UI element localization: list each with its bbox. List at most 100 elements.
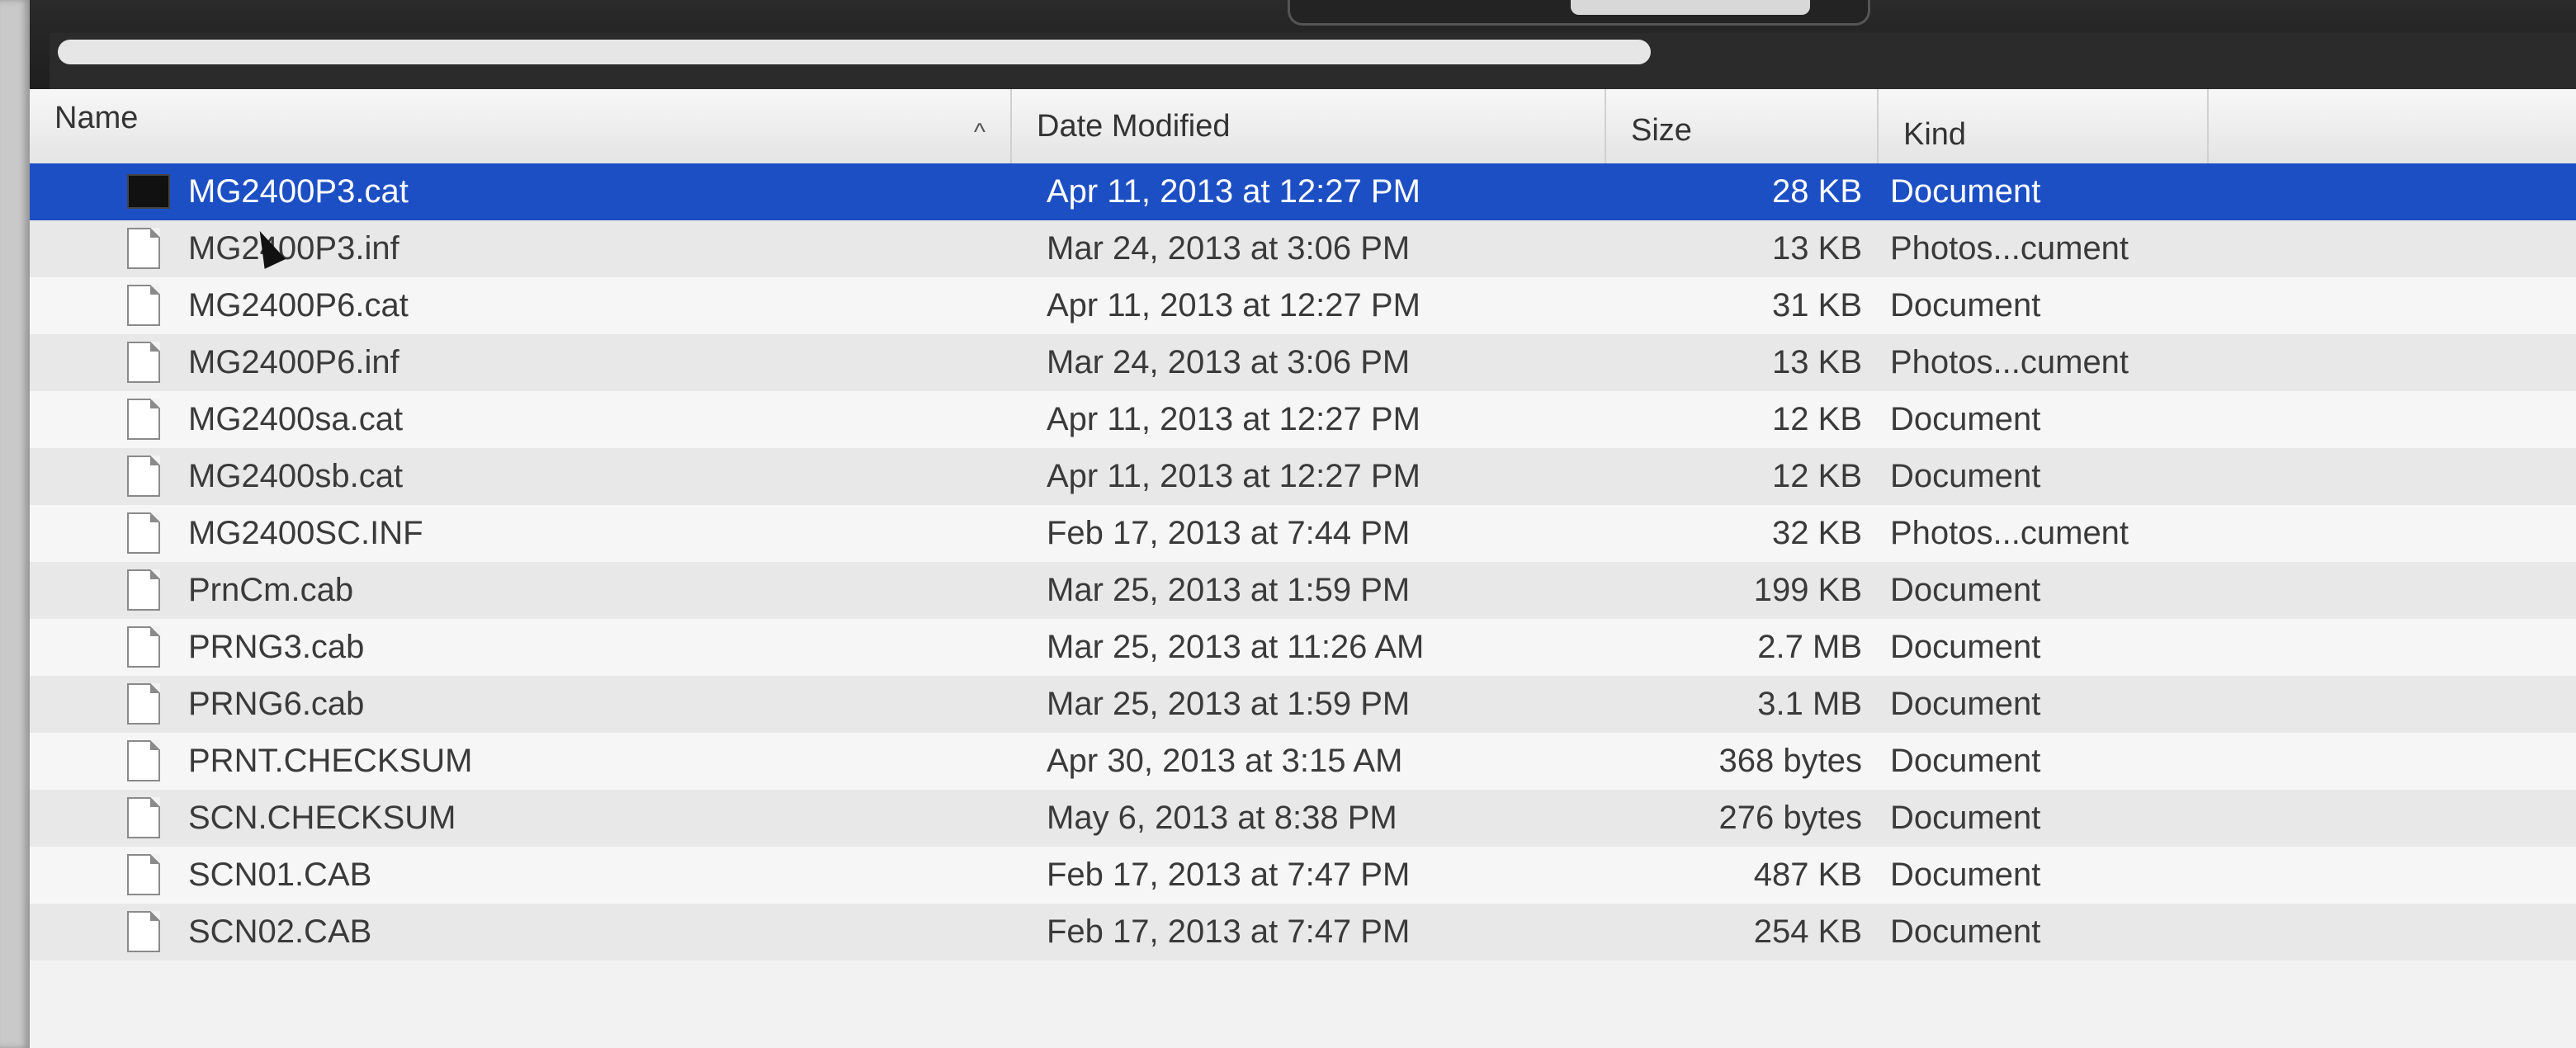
column-header-kind[interactable]: Kind xyxy=(1879,89,2209,163)
document-icon xyxy=(127,683,160,725)
file-name: MG2400P6.inf xyxy=(188,344,399,380)
file-row[interactable]: PrnCm.cab Mar 25, 2013 at 1:59 PM 199 KB Do… xyxy=(30,562,2576,619)
file-kind: Document xyxy=(1890,913,2041,950)
file-kind: Photos...cument xyxy=(1890,515,2129,551)
file-date-modified: Mar 24, 2013 at 3:06 PM xyxy=(1047,344,1411,380)
file-size: 13 KB xyxy=(1772,230,1862,267)
column-header-name-label: Name xyxy=(54,101,139,135)
file-size: 31 KB xyxy=(1772,287,1862,323)
file-size: 3.1 MB xyxy=(1757,686,1862,722)
column-header-size-label: Size xyxy=(1631,113,1692,148)
column-header-date[interactable]: Date Modified xyxy=(1012,89,1606,163)
file-name: MG2400P3.cat xyxy=(188,173,409,210)
document-icon xyxy=(127,740,160,781)
column-header-size[interactable]: Size xyxy=(1606,89,1879,163)
file-name: SCN.CHECKSUM xyxy=(188,800,456,836)
file-row[interactable]: MG2400P3.cat Apr 11, 2013 at 12:27 PM 28 K… xyxy=(30,163,2576,220)
column-header-kind-label: Kind xyxy=(1903,117,1967,152)
document-icon xyxy=(127,456,160,497)
file-kind: Document xyxy=(1890,173,2041,210)
file-date-modified: Mar 25, 2013 at 1:59 PM xyxy=(1047,572,1411,608)
file-kind: Photos...cument xyxy=(1890,344,2129,380)
file-date-modified: Apr 11, 2013 at 12:27 PM xyxy=(1047,173,1420,210)
file-size: 487 KB xyxy=(1753,857,1862,893)
file-row[interactable]: MG2400P3.inf Mar 24, 2013 at 3:06 PM 13 KB… xyxy=(30,220,2576,277)
file-kind: Document xyxy=(1890,572,2041,608)
file-row[interactable]: PRNT.CHECKSUM Apr 30, 2013 at 3:15 AM 368 … xyxy=(30,733,2576,790)
file-name: PRNG6.cab xyxy=(188,686,365,722)
file-icon-cell xyxy=(127,733,177,790)
file-row[interactable]: MG2400P6.cat Apr 11, 2013 at 12:27 PM 31 K… xyxy=(30,277,2576,334)
document-icon xyxy=(127,228,160,269)
file-list: Name ^ Date Modified Size Kind MG2400P3.… xyxy=(30,89,2576,1048)
document-icon xyxy=(127,911,160,952)
file-icon-cell xyxy=(127,505,177,562)
file-kind: Document xyxy=(1890,686,2041,722)
file-row[interactable]: MG2400P6.inf Mar 24, 2013 at 3:06 PM 13 KB… xyxy=(30,334,2576,391)
file-name: SCN01.CAB xyxy=(188,857,372,893)
document-icon xyxy=(127,512,160,554)
document-icon xyxy=(127,626,160,668)
column-header-name[interactable]: Name ^ xyxy=(30,89,1012,163)
file-name: MG2400sa.cat xyxy=(188,401,404,437)
file-name: MG2400sb.cat xyxy=(188,458,404,494)
tab-indicator xyxy=(1571,0,1810,15)
file-size: 32 KB xyxy=(1772,515,1862,551)
file-size: 28 KB xyxy=(1772,173,1862,210)
file-date-modified: Mar 24, 2013 at 3:06 PM xyxy=(1047,230,1411,267)
file-icon-cell xyxy=(127,334,177,391)
chevron-up-icon: ^ xyxy=(973,119,985,146)
file-kind: Document xyxy=(1890,401,2041,437)
file-icon-cell xyxy=(127,676,177,733)
file-row[interactable]: SCN02.CAB Feb 17, 2013 at 7:47 PM 254 KB Do… xyxy=(30,904,2576,961)
file-size: 12 KB xyxy=(1772,401,1862,437)
document-icon xyxy=(127,399,160,440)
file-icon-cell xyxy=(127,163,177,220)
executable-icon xyxy=(127,174,170,209)
file-icon-cell xyxy=(127,847,177,904)
column-header-date-label: Date Modified xyxy=(1037,109,1231,144)
column-header: Name ^ Date Modified Size Kind xyxy=(30,89,2576,165)
file-icon-cell xyxy=(127,277,177,334)
file-date-modified: Mar 25, 2013 at 11:26 AM xyxy=(1047,629,1425,665)
document-icon xyxy=(127,797,160,838)
file-date-modified: May 6, 2013 at 8:38 PM xyxy=(1047,800,1397,836)
file-icon-cell xyxy=(127,904,177,961)
file-kind: Photos...cument xyxy=(1890,230,2129,267)
file-icon-cell xyxy=(127,619,177,676)
file-row[interactable]: MG2400SC.INF Feb 17, 2013 at 7:44 PM 32 KB… xyxy=(30,505,2576,562)
file-kind: Document xyxy=(1890,629,2041,665)
file-icon-cell xyxy=(127,220,177,277)
file-icon-cell xyxy=(127,790,177,847)
file-icon-cell xyxy=(127,562,177,619)
file-name: PRNG3.cab xyxy=(188,629,365,665)
file-row[interactable]: SCN.CHECKSUM May 6, 2013 at 8:38 PM 276 by… xyxy=(30,790,2576,847)
file-size: 254 KB xyxy=(1753,913,1862,950)
file-name: PRNT.CHECKSUM xyxy=(188,743,473,779)
file-date-modified: Feb 17, 2013 at 7:47 PM xyxy=(1047,857,1411,893)
file-date-modified: Apr 11, 2013 at 12:27 PM xyxy=(1047,401,1420,437)
file-kind: Document xyxy=(1890,287,2041,323)
file-row[interactable]: MG2400sb.cat Apr 11, 2013 at 12:27 PM 12 K… xyxy=(30,448,2576,505)
file-kind: Document xyxy=(1890,743,2041,779)
file-row[interactable]: SCN01.CAB Feb 17, 2013 at 7:47 PM 487 KB Do… xyxy=(30,847,2576,904)
file-size: 276 bytes xyxy=(1718,800,1862,836)
file-kind: Document xyxy=(1890,857,2041,893)
window-tab-outline xyxy=(1288,0,1870,26)
finder-window: Name ^ Date Modified Size Kind MG2400P3.… xyxy=(0,0,2576,1048)
file-date-modified: Feb 17, 2013 at 7:44 PM xyxy=(1047,515,1411,551)
file-row[interactable]: MG2400sa.cat Apr 11, 2013 at 12:27 PM 12 K… xyxy=(30,391,2576,448)
file-icon-cell xyxy=(127,448,177,505)
file-kind: Document xyxy=(1890,800,2041,836)
file-row[interactable]: PRNG3.cab Mar 25, 2013 at 11:26 AM 2.7 MB D… xyxy=(30,619,2576,676)
document-icon xyxy=(127,285,160,326)
file-size: 12 KB xyxy=(1772,458,1862,494)
horizontal-scroll-thumb[interactable] xyxy=(58,40,1651,64)
file-row[interactable]: PRNG6.cab Mar 25, 2013 at 1:59 PM 3.1 MB Do… xyxy=(30,676,2576,733)
file-name: MG2400P3.inf xyxy=(188,230,399,267)
file-icon-cell xyxy=(127,391,177,448)
file-date-modified: Apr 11, 2013 at 12:27 PM xyxy=(1047,458,1420,494)
file-date-modified: Apr 11, 2013 at 12:27 PM xyxy=(1047,287,1420,323)
file-date-modified: Apr 30, 2013 at 3:15 AM xyxy=(1047,743,1403,779)
file-name: MG2400P6.cat xyxy=(188,287,409,323)
